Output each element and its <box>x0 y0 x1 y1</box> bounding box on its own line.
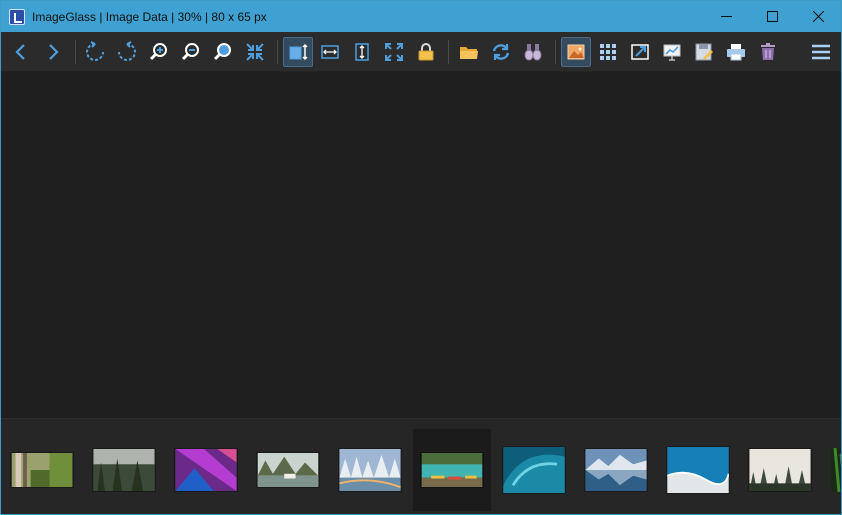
arrow-right-icon <box>49 44 59 60</box>
thumbnail-image <box>338 448 402 492</box>
actual-size-button[interactable] <box>208 37 238 67</box>
zoom-in-button[interactable] <box>144 37 174 67</box>
title-bar[interactable]: ImageGlass | Image Data | 30% | 80 x 65 … <box>1 1 841 32</box>
arrow-left-icon <box>15 44 25 60</box>
next-image-button[interactable] <box>38 37 68 67</box>
previous-image-button[interactable] <box>6 37 36 67</box>
minimize-button[interactable] <box>703 1 749 32</box>
refresh-button[interactable] <box>486 37 516 67</box>
print-icon <box>727 44 745 61</box>
auto-zoom-icon <box>289 43 308 61</box>
maximize-button[interactable] <box>749 1 795 32</box>
lock-zoom-button[interactable] <box>411 37 441 67</box>
main-menu-button[interactable] <box>806 37 836 67</box>
toolbar-separator <box>448 40 449 64</box>
rotate-right-icon <box>118 41 136 61</box>
open-file-button[interactable] <box>454 37 484 67</box>
close-button[interactable] <box>795 1 841 32</box>
thumbnail-item[interactable] <box>331 429 409 511</box>
thumbnail-image <box>420 452 484 488</box>
window-title: ImageGlass | Image Data | 30% | 80 x 65 … <box>32 9 267 24</box>
slideshow-icon <box>663 44 681 61</box>
zoom-in-icon <box>149 43 167 61</box>
save-as-button[interactable] <box>689 37 719 67</box>
actual-size-icon <box>213 43 231 61</box>
rotate-left-icon <box>86 41 104 61</box>
thumbnail-image <box>831 448 841 492</box>
scale-to-fit-icon <box>246 43 264 61</box>
scale-to-height-icon <box>355 43 369 61</box>
scale-to-fill-button[interactable] <box>379 37 409 67</box>
thumbnail-bar <box>1 418 841 514</box>
scale-to-width-icon <box>321 45 339 59</box>
go-to-image-icon <box>524 44 542 61</box>
scale-to-height-button[interactable] <box>347 37 377 67</box>
refresh-icon <box>492 44 510 60</box>
maximize-icon <box>766 11 778 22</box>
scale-to-fit-button[interactable] <box>240 37 270 67</box>
save-as-icon <box>695 43 713 61</box>
thumbnail-item[interactable] <box>495 429 573 511</box>
lock-zoom-icon <box>418 43 434 61</box>
thumbnail-image <box>174 448 238 492</box>
scale-to-width-button[interactable] <box>315 37 345 67</box>
thumbnail-image <box>748 448 812 492</box>
delete-icon <box>761 43 775 60</box>
zoom-out-icon <box>181 43 199 61</box>
thumbnail-item[interactable] <box>167 429 245 511</box>
fullscreen-button[interactable] <box>625 37 655 67</box>
main-menu-icon <box>812 44 830 60</box>
fullscreen-icon <box>631 44 649 60</box>
thumbnail-bar-button[interactable] <box>561 37 591 67</box>
thumbnail-item[interactable] <box>577 429 655 511</box>
toolbar-separator <box>75 40 76 64</box>
window-controls <box>703 1 841 32</box>
app-window: ImageGlass | Image Data | 30% | 80 x 65 … <box>0 0 842 515</box>
thumbnail-item[interactable] <box>85 429 163 511</box>
checkerboard-icon <box>600 44 616 60</box>
print-button[interactable] <box>721 37 751 67</box>
thumbnail-item[interactable] <box>659 429 737 511</box>
rotate-right-button[interactable] <box>112 37 142 67</box>
zoom-out-button[interactable] <box>176 37 206 67</box>
thumbnail-item[interactable] <box>741 429 819 511</box>
thumbnail-item[interactable] <box>823 429 841 511</box>
thumbnail-item-selected[interactable] <box>413 429 491 511</box>
image-viewer-canvas[interactable] <box>1 72 841 418</box>
thumbnail-image <box>92 448 156 492</box>
close-icon <box>812 11 824 22</box>
imageglass-logo-icon <box>9 8 25 25</box>
minimize-icon <box>720 16 732 17</box>
rotate-left-button[interactable] <box>80 37 110 67</box>
thumbnail-bar-icon <box>567 44 585 60</box>
toolbar-separator <box>555 40 556 64</box>
checkerboard-button[interactable] <box>593 37 623 67</box>
delete-button[interactable] <box>753 37 783 67</box>
thumbnail-image <box>10 452 74 488</box>
toolbar-separator <box>277 40 278 64</box>
slideshow-button[interactable] <box>657 37 687 67</box>
thumbnail-image <box>502 446 566 494</box>
thumbnail-image <box>666 446 730 494</box>
auto-zoom-button[interactable] <box>283 37 313 67</box>
toolbar <box>1 32 841 72</box>
thumbnail-item[interactable] <box>249 429 327 511</box>
open-folder-icon <box>460 47 478 59</box>
thumbnail-item[interactable] <box>3 429 81 511</box>
scale-to-fill-icon <box>385 43 403 61</box>
thumbnail-image <box>256 452 320 488</box>
thumbnail-image <box>584 448 648 492</box>
go-to-image-button[interactable] <box>518 37 548 67</box>
